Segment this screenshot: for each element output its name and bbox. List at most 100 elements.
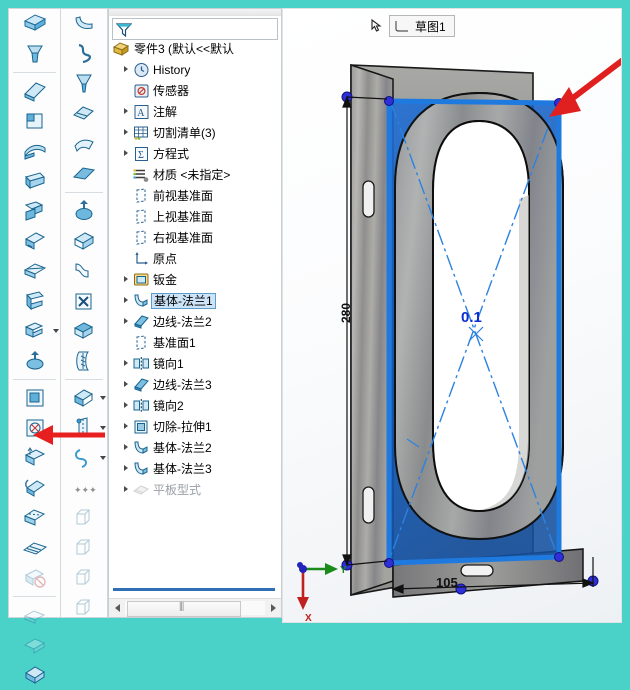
tree-item-6[interactable]: 材质 <未指定>: [109, 164, 281, 185]
tree-item-label: 平板型式: [153, 482, 202, 497]
scroll-track[interactable]: [125, 600, 265, 617]
edge-flange-icon[interactable]: [9, 106, 60, 136]
expand-arrow-icon[interactable]: [121, 463, 132, 474]
hem-icon[interactable]: [9, 166, 60, 196]
curves-icon[interactable]: [61, 443, 107, 473]
expand-arrow-icon[interactable]: [121, 379, 132, 390]
break-corner-icon[interactable]: [9, 383, 60, 413]
cross-break-icon[interactable]: [9, 256, 60, 286]
linear-pattern-icon[interactable]: [61, 503, 107, 533]
corner-icon[interactable]: [9, 286, 60, 316]
expand-arrow-icon[interactable]: [121, 64, 132, 75]
move-face-glyph: [73, 322, 94, 339]
rollback-bar[interactable]: [113, 588, 275, 591]
tree-item-12[interactable]: 基体-法兰1: [109, 290, 281, 311]
chevron-down-icon[interactable]: [100, 426, 106, 430]
flatten-icon[interactable]: [9, 533, 60, 563]
forming-tool-icon[interactable]: [9, 413, 60, 443]
welded-corner-icon[interactable]: [9, 346, 60, 376]
tree-root-part[interactable]: 零件3 (默认<<默认: [109, 38, 281, 59]
taper-icon[interactable]: [61, 69, 107, 99]
extruded-boss-icon[interactable]: [61, 196, 107, 226]
sweep-icon[interactable]: [61, 39, 107, 69]
move-face-icon[interactable]: [61, 316, 107, 346]
reference-geometry-icon[interactable]: [61, 383, 107, 413]
expand-arrow-icon[interactable]: [121, 148, 132, 159]
chevron-down-icon[interactable]: [100, 396, 106, 400]
no-bends-icon[interactable]: [9, 563, 60, 593]
expand-arrow-icon[interactable]: [121, 358, 132, 369]
tree-item-20[interactable]: 基体-法兰3: [109, 458, 281, 479]
tree-horizontal-scrollbar[interactable]: [109, 598, 281, 617]
scroll-right-button[interactable]: [265, 600, 281, 616]
fold-icon[interactable]: [9, 630, 60, 660]
tree-item-3[interactable]: A 注解: [109, 101, 281, 122]
swept-flange-icon[interactable]: [61, 9, 107, 39]
rib-icon[interactable]: [61, 346, 107, 376]
thickness-dimension-value[interactable]: 0.1: [461, 309, 482, 326]
expand-arrow-icon[interactable]: [121, 400, 132, 411]
tree-scroll-area[interactable]: 零件3 (默认<<默认 History 传感器 A 注解 切割清单(3) Σ 方程式 材质 <…: [109, 38, 281, 597]
rip-icon[interactable]: [9, 503, 60, 533]
expand-arrow-icon[interactable]: [121, 421, 132, 432]
vent-icon[interactable]: [9, 443, 60, 473]
insert-bends-icon[interactable]: [9, 473, 60, 503]
lofted-bend-icon[interactable]: [9, 76, 60, 106]
expand-arrow-icon[interactable]: [121, 442, 132, 453]
expand-arrow-icon[interactable]: [121, 484, 132, 495]
curve-pattern-icon[interactable]: [61, 593, 107, 623]
tree-item-21[interactable]: 平板型式: [109, 479, 281, 500]
sheet-metal-model[interactable]: X Y: [283, 9, 622, 623]
tree-item-10[interactable]: 原点: [109, 248, 281, 269]
expand-arrow-icon[interactable]: [121, 274, 132, 285]
tree-item-18[interactable]: 切除-拉伸1: [109, 416, 281, 437]
closed-corner-icon[interactable]: [9, 316, 60, 346]
tree-item-8[interactable]: 上视基准面: [109, 206, 281, 227]
unfold-icon[interactable]: [9, 600, 60, 630]
surface-flatten-icon[interactable]: [61, 129, 107, 159]
tree-item-19[interactable]: 基体-法兰2: [109, 437, 281, 458]
expand-arrow-icon[interactable]: [121, 295, 132, 306]
scroll-left-button[interactable]: [109, 600, 125, 616]
graphics-viewport[interactable]: 草图1 X Y 280 105 0.1: [282, 8, 622, 623]
sketched-bend-icon[interactable]: [9, 226, 60, 256]
loft-icon[interactable]: [61, 99, 107, 129]
tree-item-9[interactable]: 右视基准面: [109, 227, 281, 248]
feature-tree-filter[interactable]: [112, 18, 278, 40]
expand-arrow-icon[interactable]: [121, 106, 132, 117]
height-dimension-value[interactable]: 280: [339, 303, 353, 323]
flat-pattern-icon[interactable]: [9, 660, 60, 690]
tree-item-13[interactable]: 边线-法兰2: [109, 311, 281, 332]
expand-arrow-icon[interactable]: [121, 127, 132, 138]
jog-icon[interactable]: [9, 196, 60, 226]
expand-arrow-icon[interactable]: [121, 316, 132, 327]
tree-item-16[interactable]: 边线-法兰3: [109, 374, 281, 395]
width-dimension-value[interactable]: 105: [436, 575, 458, 590]
convert-to-sheet-metal-icon[interactable]: [9, 39, 60, 69]
tree-item-1[interactable]: History: [109, 59, 281, 80]
miter-flange-icon[interactable]: [9, 136, 60, 166]
sketch-plane-icon[interactable]: [61, 413, 107, 443]
delete-face-icon[interactable]: [61, 286, 107, 316]
tree-item-4[interactable]: 切割清单(3): [109, 122, 281, 143]
tree-item-15[interactable]: 镜向1: [109, 353, 281, 374]
slot-cutout-upper[interactable]: [362, 180, 375, 218]
shell-icon[interactable]: [61, 226, 107, 256]
base-flange-tab-icon[interactable]: [9, 9, 60, 39]
wrap-icon[interactable]: [61, 256, 107, 286]
bottom-slot-cutout[interactable]: [460, 564, 494, 577]
plane-icon[interactable]: [61, 159, 107, 189]
instant3d-icon[interactable]: ✦✦✦✦: [61, 473, 107, 503]
chevron-down-icon[interactable]: [53, 329, 59, 333]
slot-cutout-lower[interactable]: [362, 486, 375, 524]
tree-item-2[interactable]: 传感器: [109, 80, 281, 101]
tree-item-17[interactable]: 镜向2: [109, 395, 281, 416]
tree-item-11[interactable]: 钣金: [109, 269, 281, 290]
mirror-pattern-icon[interactable]: [61, 563, 107, 593]
tree-item-5[interactable]: Σ 方程式: [109, 143, 281, 164]
circular-pattern-icon[interactable]: [61, 533, 107, 563]
tree-item-7[interactable]: 前视基准面: [109, 185, 281, 206]
scroll-thumb[interactable]: [127, 600, 241, 617]
tree-item-14[interactable]: 基准面1: [109, 332, 281, 353]
chevron-down-icon[interactable]: [100, 456, 106, 460]
